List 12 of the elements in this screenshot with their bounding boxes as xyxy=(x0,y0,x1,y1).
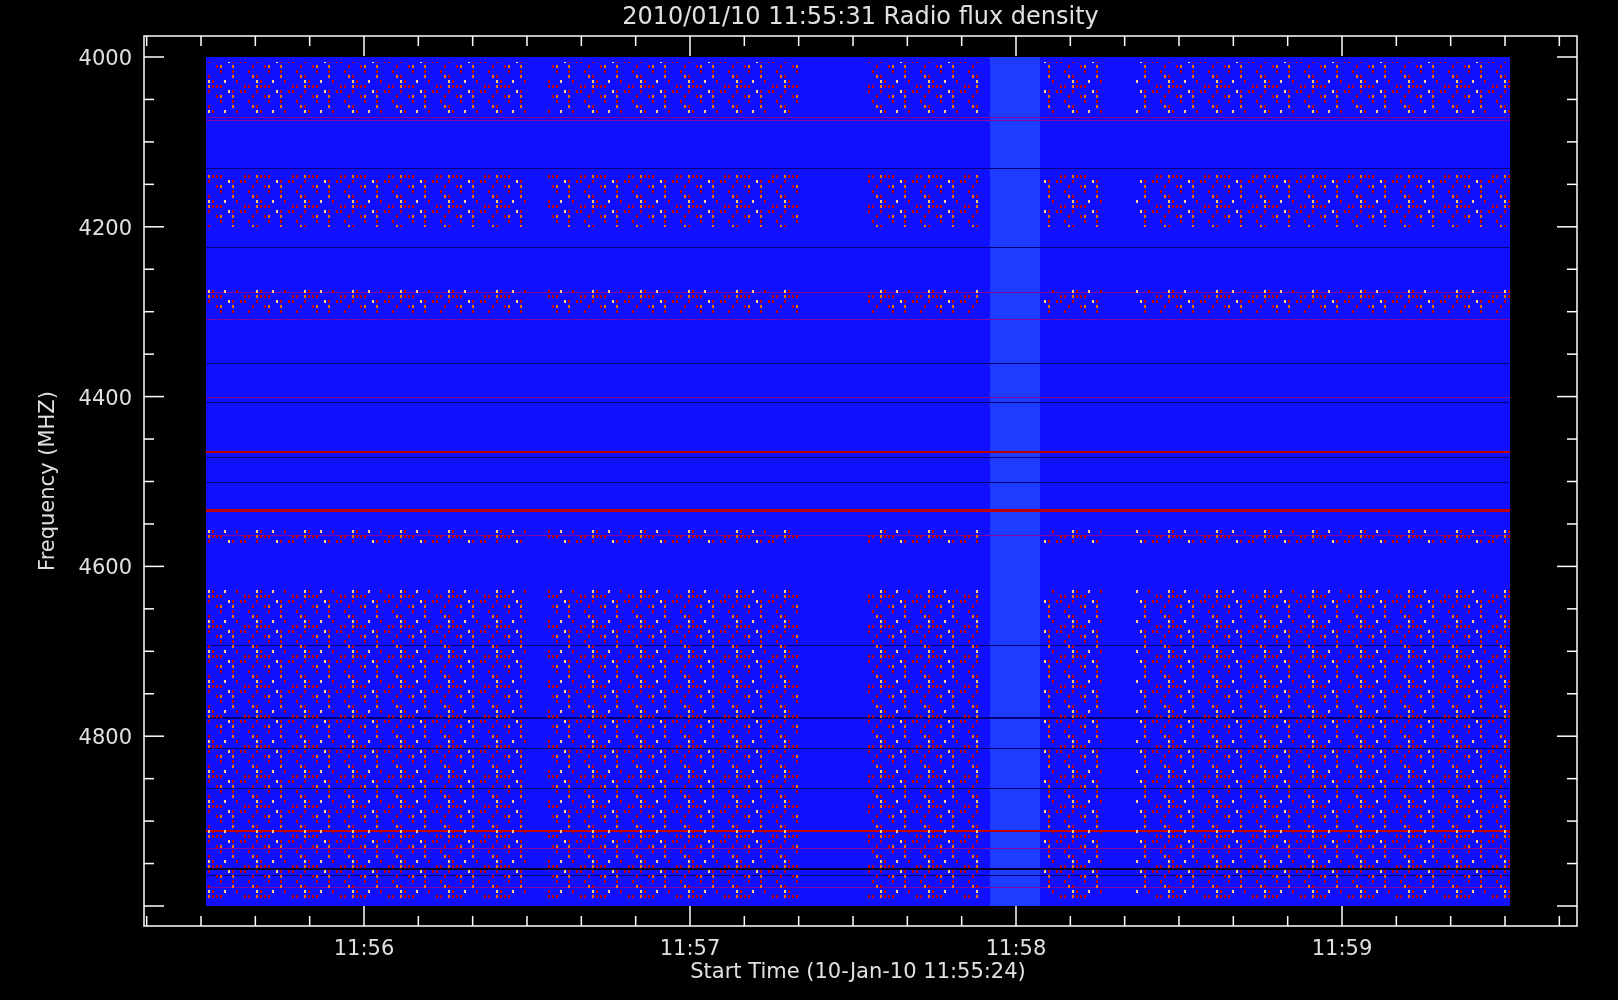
x-tick-label: 11:58 xyxy=(985,936,1047,960)
plot-title: 2010/01/10 11:55:31 Radio flux density xyxy=(622,2,1099,30)
x-tick-label: 11:59 xyxy=(1311,936,1373,960)
y-tick-label: 4400 xyxy=(78,385,132,410)
y-tick-label: 4800 xyxy=(78,725,132,750)
x-tick-label: 11:56 xyxy=(333,936,395,960)
y-tick-label: 4200 xyxy=(78,215,132,240)
x-axis-label: Start Time (10-Jan-10 11:55:24) xyxy=(690,959,1026,983)
x-tick-label: 11:57 xyxy=(659,936,721,960)
y-tick-label: 4600 xyxy=(78,555,132,580)
y-tick-label: 4000 xyxy=(78,46,132,70)
y-axis-label: Frequency (MHZ) xyxy=(35,391,59,571)
